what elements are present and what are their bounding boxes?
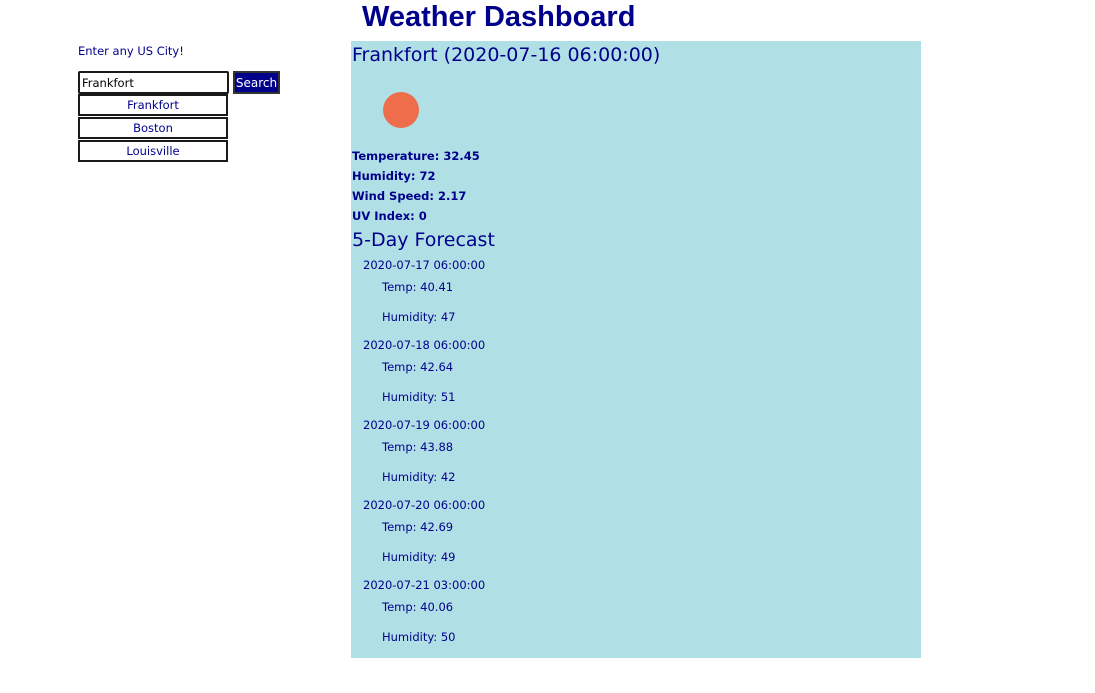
humidity-stat: Humidity: 72 — [352, 169, 436, 183]
history-item-boston[interactable]: Boston — [78, 117, 228, 139]
forecast-temp: Temp: 43.88 — [382, 440, 454, 454]
wind-speed-stat: Wind Speed: 2.17 — [352, 189, 467, 203]
forecast-temp: Temp: 42.69 — [382, 520, 454, 534]
forecast-humidity: Humidity: 49 — [382, 550, 456, 564]
forecast-date: 2020-07-17 06:00:00 — [363, 258, 486, 272]
forecast-humidity: Humidity: 42 — [382, 470, 456, 484]
sidebar: Enter any US City! Search Frankfort Bost… — [78, 43, 288, 162]
city-search-input[interactable] — [78, 71, 229, 94]
forecast-humidity: Humidity: 50 — [382, 630, 456, 644]
page-title: Weather Dashboard — [362, 1, 636, 33]
temperature-stat: Temperature: 32.45 — [352, 149, 480, 163]
forecast-temp: Temp: 42.64 — [382, 360, 454, 374]
current-stats: Temperature: 32.45 Humidity: 72 Wind Spe… — [352, 146, 480, 226]
forecast-humidity: Humidity: 47 — [382, 310, 456, 324]
forecast-humidity: Humidity: 51 — [382, 390, 456, 404]
current-city-heading: Frankfort (2020-07-16 06:00:00) — [352, 44, 661, 66]
forecast-temp: Temp: 40.41 — [382, 280, 454, 294]
history-item-louisville[interactable]: Louisville — [78, 140, 228, 162]
search-row: Search — [78, 71, 280, 94]
forecast-date: 2020-07-19 06:00:00 — [363, 418, 486, 432]
search-button[interactable]: Search — [233, 71, 280, 94]
search-prompt: Enter any US City! — [78, 44, 184, 58]
forecast-date: 2020-07-21 03:00:00 — [363, 578, 486, 592]
sun-icon — [383, 92, 419, 128]
forecast-date: 2020-07-18 06:00:00 — [363, 338, 486, 352]
history-item-frankfort[interactable]: Frankfort — [78, 94, 228, 116]
search-history: Frankfort Boston Louisville — [78, 94, 228, 163]
forecast-date: 2020-07-20 06:00:00 — [363, 498, 486, 512]
weather-panel: Frankfort (2020-07-16 06:00:00) Temperat… — [351, 41, 921, 658]
forecast-temp: Temp: 40.06 — [382, 600, 454, 614]
forecast-heading: 5-Day Forecast — [352, 229, 495, 251]
uv-index-stat: UV Index: 0 — [352, 209, 427, 223]
